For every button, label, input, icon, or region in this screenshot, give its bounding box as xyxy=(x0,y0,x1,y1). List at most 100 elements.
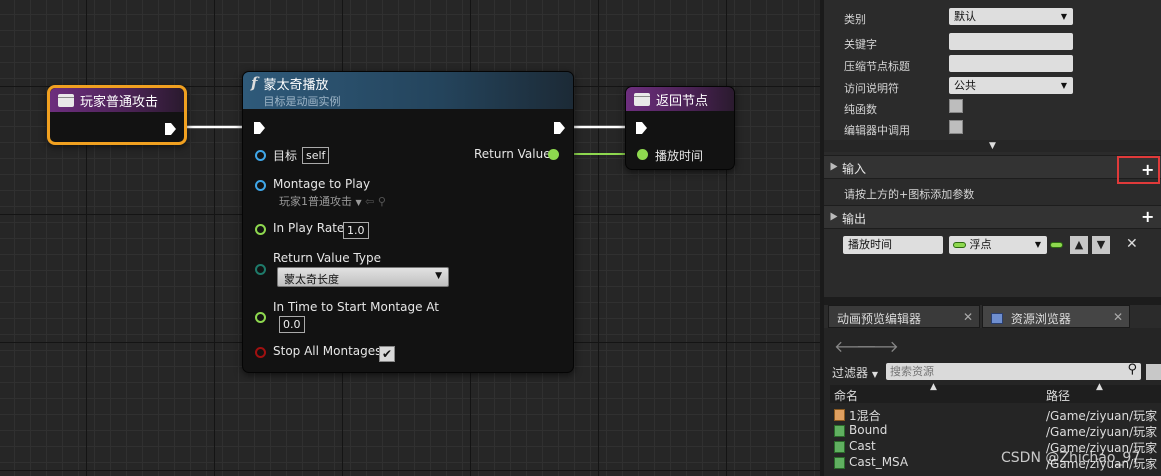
event-node[interactable]: 玩家普通攻击 xyxy=(47,85,187,145)
stop-all-pin-icon[interactable] xyxy=(255,347,266,358)
sort-arrow-icon: ▲ xyxy=(1096,382,1103,392)
start-time-label: In Time to Start Montage At xyxy=(273,300,440,314)
outputs-section-header[interactable]: 输出 + xyxy=(824,205,1161,229)
play-time-pin-icon[interactable] xyxy=(637,149,648,160)
use-asset-icon[interactable]: ⇦ xyxy=(365,195,374,208)
col-name-header[interactable]: 命名 xyxy=(834,387,858,404)
details-panel: 类别 默认 关键字 压缩节点标题 访问说明符 公共 纯函数 编辑器中调用 ▼ 输… xyxy=(820,0,1161,476)
chevron-down-icon: ▼ xyxy=(355,198,362,207)
blueprint-graph[interactable]: 玩家普通攻击 f 蒙太奇播放 目标是动画实例 目标 self Return Va… xyxy=(0,0,820,476)
play-rate-pin-icon[interactable] xyxy=(255,224,266,235)
inputs-hint: 请按上方的+图标添加参数 xyxy=(844,188,975,201)
return-type-dropdown[interactable]: 蒙太奇长度 ▼ xyxy=(277,267,449,287)
animation-asset-icon xyxy=(834,441,845,453)
close-icon[interactable]: ✕ xyxy=(1113,310,1123,324)
add-output-plus-icon[interactable]: + xyxy=(1141,209,1154,225)
blendspace-asset-icon xyxy=(834,409,845,421)
event-icon xyxy=(58,93,74,107)
category-label: 类别 xyxy=(844,13,866,26)
asset-name: 1混合 xyxy=(849,409,881,423)
add-input-button[interactable]: + xyxy=(1117,156,1160,184)
montage-asset-dropdown[interactable]: 玩家1普通攻击 ▼ ⇦ ⚲ xyxy=(279,193,386,209)
watermark: CSDN @Zhichao_97 xyxy=(1001,450,1141,466)
stop-all-checkbox[interactable]: ✔ xyxy=(379,346,395,362)
return-value-pin-icon[interactable] xyxy=(548,149,559,160)
exec-in-pin-icon[interactable] xyxy=(253,121,266,135)
inputs-section-header[interactable]: 输入 + xyxy=(824,155,1161,184)
return-type-pin-icon[interactable] xyxy=(255,264,266,275)
exec-out-pin-icon[interactable] xyxy=(553,121,566,135)
keywords-label: 关键字 xyxy=(844,38,877,51)
collapse-arrow-icon xyxy=(830,162,838,171)
target-pin-icon[interactable] xyxy=(255,150,266,161)
call-in-editor-checkbox[interactable] xyxy=(949,120,963,134)
close-icon[interactable]: ✕ xyxy=(963,310,973,324)
montage-node-header: f 蒙太奇播放 目标是动画实例 xyxy=(243,72,573,109)
return-node[interactable]: 返回节点 播放时间 xyxy=(625,86,735,170)
sort-arrow-icon: ▲ xyxy=(930,382,937,392)
single-value-type-icon[interactable] xyxy=(1050,242,1063,248)
asset-row[interactable]: Bound /Game/ziyuan/玩家 xyxy=(832,423,1161,439)
asset-path: /Game/ziyuan/玩家 xyxy=(1046,409,1158,423)
tab-animation-preview[interactable]: 动画预览编辑器 ✕ xyxy=(828,305,980,328)
access-specifier-value: 公共 xyxy=(954,79,976,92)
exec-in-pin-icon[interactable] xyxy=(635,121,648,135)
pure-checkbox[interactable] xyxy=(949,99,963,113)
stop-all-label: Stop All Montages xyxy=(273,344,382,358)
montage-pin-icon[interactable] xyxy=(255,180,266,191)
remove-param-icon[interactable]: ✕ xyxy=(1126,236,1138,252)
tab-label: 动画预览编辑器 xyxy=(837,312,922,326)
asset-path: /Game/ziyuan/玩家 xyxy=(1046,425,1158,439)
return-value-label: Return Value xyxy=(474,147,551,161)
montage-label: Montage to Play xyxy=(273,177,371,191)
access-specifier-dropdown[interactable]: 公共 xyxy=(949,77,1073,94)
return-node-icon xyxy=(634,92,650,106)
montage-asset-value: 玩家1普通攻击 xyxy=(279,195,352,208)
column-header: 命名 ▲ 路径 ▲ xyxy=(830,382,1161,404)
advanced-expander[interactable]: ▼ xyxy=(824,140,1161,152)
target-label: 目标 xyxy=(273,149,298,163)
montage-node-title: 蒙太奇播放 xyxy=(263,78,329,93)
return-node-header: 返回节点 xyxy=(626,87,734,111)
output-param-type: 浮点 xyxy=(969,238,992,251)
col-path-header[interactable]: 路径 xyxy=(1046,387,1070,404)
forward-arrow-icon[interactable]: 🡒 xyxy=(856,336,899,356)
search-box[interactable]: ⚲ xyxy=(886,362,1141,380)
search-input[interactable] xyxy=(886,363,1111,380)
target-value: self xyxy=(302,147,330,164)
search-icon[interactable]: ⚲ xyxy=(1127,362,1137,377)
play-rate-field[interactable]: 1.0 xyxy=(343,222,369,239)
return-node-title: 返回节点 xyxy=(656,93,709,109)
filter-button[interactable]: 过滤器 ▼ xyxy=(832,364,878,381)
browse-search-icon[interactable]: ⚲ xyxy=(378,195,386,208)
montage-node-subtitle: 目标是动画实例 xyxy=(263,95,341,108)
compact-title-input[interactable] xyxy=(949,55,1073,72)
plus-icon: + xyxy=(1141,160,1155,179)
exec-out-pin-icon[interactable] xyxy=(164,122,177,136)
keywords-input[interactable] xyxy=(949,33,1073,50)
event-node-header: 玩家普通攻击 xyxy=(50,88,184,112)
move-down-button[interactable]: ▼ xyxy=(1092,236,1110,254)
output-param-type-dropdown[interactable]: 浮点 xyxy=(949,236,1047,254)
tab-label: 资源浏览器 xyxy=(1010,312,1071,326)
chevron-down-icon: ▼ xyxy=(871,370,878,379)
view-options-icon[interactable] xyxy=(1146,364,1161,380)
panel-splitter[interactable] xyxy=(824,297,1161,305)
float-type-icon xyxy=(953,242,966,248)
output-param-name-field[interactable]: 播放时间 xyxy=(843,236,943,254)
start-time-field[interactable]: 0.0 xyxy=(279,316,305,333)
pure-label: 纯函数 xyxy=(844,103,877,116)
move-up-button[interactable]: ▲ xyxy=(1070,236,1088,254)
animation-asset-icon xyxy=(834,425,845,437)
event-node-title: 玩家普通攻击 xyxy=(80,94,159,110)
tab-content-browser[interactable]: 资源浏览器 ✕ xyxy=(982,305,1130,328)
asset-row[interactable]: 1混合 /Game/ziyuan/玩家 xyxy=(832,407,1161,423)
start-time-pin-icon[interactable] xyxy=(255,312,266,323)
inputs-title: 输入 xyxy=(842,162,867,176)
access-specifier-label: 访问说明符 xyxy=(844,82,899,95)
chevron-down-icon: ▼ xyxy=(435,271,442,281)
montage-play-node[interactable]: f 蒙太奇播放 目标是动画实例 目标 self Return Value Mon… xyxy=(242,71,574,373)
content-browser-icon xyxy=(991,313,1003,324)
animation-asset-icon xyxy=(834,457,845,469)
category-dropdown[interactable]: 默认 xyxy=(949,8,1073,25)
